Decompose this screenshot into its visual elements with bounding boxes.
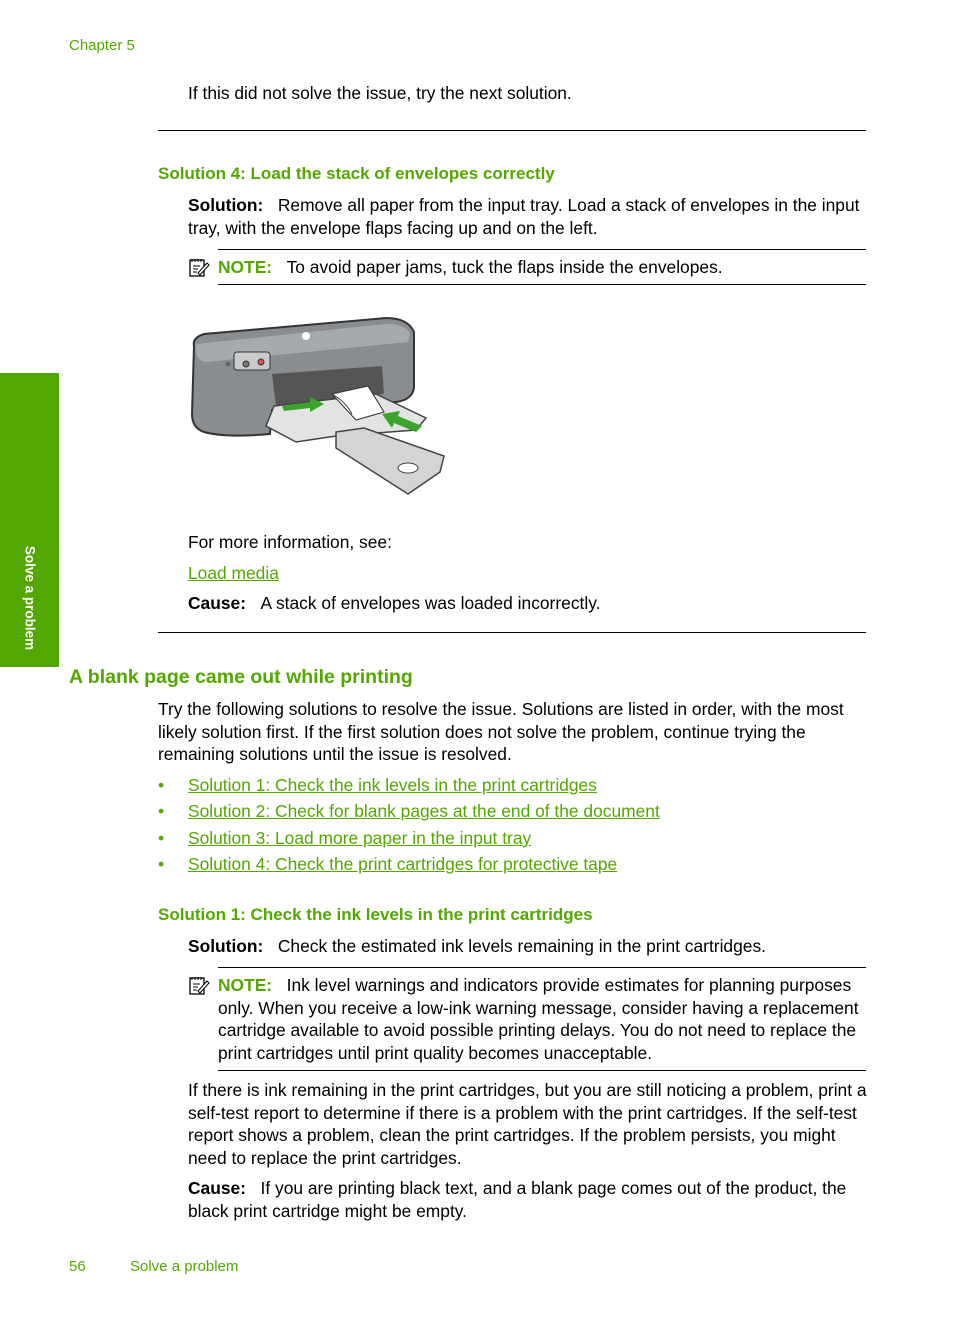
- cause-label: Cause:: [188, 593, 246, 613]
- note-icon: [189, 259, 210, 277]
- printer-envelope-figure: [190, 316, 445, 495]
- list-item: • Solution 3: Load more paper in the inpu…: [158, 827, 532, 848]
- divider: [158, 130, 866, 131]
- solution4-note: NOTE: To avoid paper jams, tuck the flap…: [218, 256, 866, 279]
- side-tab-label: Solve a problem: [22, 545, 37, 651]
- solution-label: Solution:: [188, 195, 264, 215]
- note-top-rule: [218, 967, 866, 968]
- list-item: • Solution 2: Check for blank pages at th…: [158, 801, 660, 822]
- tray-handle: [397, 462, 419, 474]
- solution1-note: NOTE: Ink level warnings and indicators …: [218, 974, 870, 1064]
- solution2-link[interactable]: Solution 2: Check for blank pages at the…: [188, 801, 660, 821]
- cause-text: A stack of envelopes was loaded incorrec…: [260, 593, 601, 613]
- section-intro: Try the following solutions to resolve t…: [158, 699, 844, 765]
- cause-text: If you are printing black text, and a bl…: [188, 1178, 847, 1221]
- divider: [158, 632, 866, 633]
- hp-logo: [302, 332, 310, 340]
- solution1-heading: Solution 1: Check the ink levels in the …: [158, 905, 593, 924]
- control-panel: [233, 351, 271, 371]
- solution-label: Solution:: [188, 936, 264, 956]
- cancel-button-icon: [257, 358, 265, 366]
- page-number: 56: [69, 1258, 86, 1275]
- note-bottom-rule: [218, 284, 866, 285]
- side-tab: Solve a problem: [0, 373, 59, 667]
- more-info-text: For more information, see:: [188, 532, 392, 552]
- note-bottom-rule: [218, 1070, 866, 1071]
- solution4-solution: Solution: Remove all paper from the inpu…: [188, 194, 868, 239]
- footer-section: Solve a problem: [130, 1258, 239, 1275]
- cause-label: Cause:: [188, 1178, 246, 1198]
- power-button: [242, 360, 250, 368]
- solution1-solution: Solution: Check the estimated ink levels…: [188, 935, 868, 958]
- load-media-link[interactable]: Load media: [188, 562, 279, 585]
- note-text: To avoid paper jams, tuck the flaps insi…: [286, 257, 723, 277]
- list-item: • Solution 4: Check the print cartridges …: [158, 854, 618, 875]
- list-item: • Solution 1: Check the ink levels in the…: [158, 775, 597, 795]
- note-text: Ink level warnings and indicators provid…: [218, 975, 859, 1063]
- solution1-cause: Cause: If you are printing black text, a…: [188, 1177, 870, 1222]
- solution4-cause: Cause: A stack of envelopes was loaded i…: [188, 592, 600, 615]
- note-label: NOTE:: [218, 257, 273, 277]
- solutions-list: • Solution 1: Check the ink levels in the…: [158, 774, 660, 880]
- section-heading: A blank page came out while printing: [69, 666, 413, 688]
- indicator-light: [225, 361, 231, 367]
- solution4-heading: Solution 4: Load the stack of envelopes …: [158, 164, 555, 183]
- solution3-link[interactable]: Solution 3: Load more paper in the input…: [188, 828, 531, 848]
- solution-text: Check the estimated ink levels remaining…: [277, 936, 766, 956]
- note-label: NOTE:: [218, 975, 273, 995]
- note-icon: [189, 977, 210, 995]
- note-top-rule: [218, 249, 866, 250]
- solution1-paragraph: If there is ink remaining in the print c…: [188, 1080, 867, 1168]
- solution1-link[interactable]: Solution 1: Check the ink levels in the …: [188, 775, 597, 795]
- intro-text: If this did not solve the issue, try the…: [188, 83, 572, 103]
- tray-extension: [335, 427, 445, 495]
- chapter-label: Chapter 5: [69, 37, 135, 54]
- solution4-link[interactable]: Solution 4: Check the print cartridges f…: [188, 854, 617, 874]
- solution-text: Remove all paper from the input tray. Lo…: [188, 195, 860, 238]
